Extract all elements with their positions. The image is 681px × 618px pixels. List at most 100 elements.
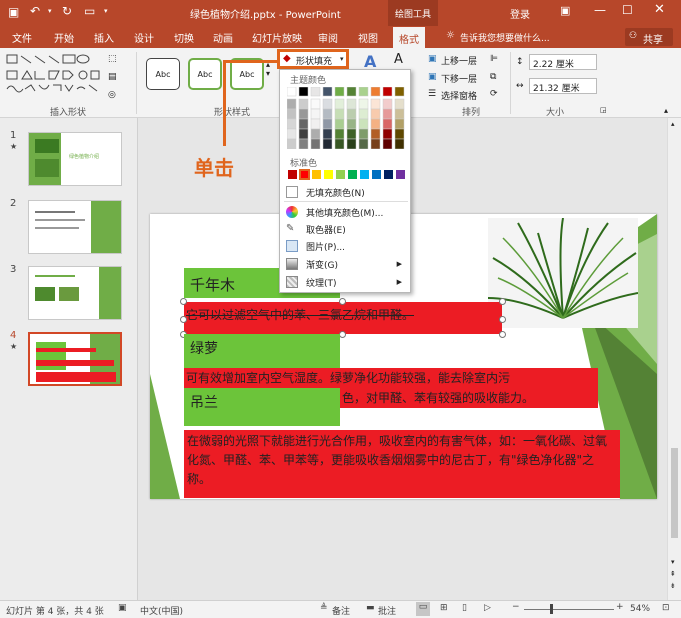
theme-color-swatch[interactable]: [358, 128, 369, 140]
shape-fill-button[interactable]: ◆ 形状填充 ▾: [277, 49, 349, 69]
redo-icon[interactable]: ↻: [62, 4, 72, 18]
theme-color-swatch[interactable]: [382, 108, 393, 120]
gradient-option[interactable]: 渐变(G) ▶: [286, 256, 406, 272]
align-icon[interactable]: ⊫: [490, 54, 498, 64]
plant-photo[interactable]: [487, 217, 639, 328]
language-indicator[interactable]: 中文(中国): [140, 604, 183, 617]
customize-quick-access-icon[interactable]: ▾: [104, 7, 108, 15]
scroll-thumb[interactable]: [671, 448, 678, 538]
standard-color-swatch[interactable]: [396, 170, 405, 179]
theme-color-swatch[interactable]: [334, 118, 345, 130]
previous-slide-icon[interactable]: ⇞: [670, 570, 676, 578]
tab-animations[interactable]: 动画: [213, 30, 233, 45]
theme-color-swatch[interactable]: [334, 86, 345, 97]
theme-color-swatch[interactable]: [346, 98, 357, 110]
resize-handle[interactable]: [499, 331, 506, 338]
collapse-ribbon-icon[interactable]: ▴: [664, 106, 668, 115]
theme-color-swatch[interactable]: [286, 138, 297, 150]
reading-view-icon[interactable]: ▯: [462, 603, 467, 613]
shape-fill-dropdown[interactable]: 主题颜色 标准色 无填充颜色(N) 其他填充颜色(M)... ✎ 取色器(E) 图…: [279, 69, 411, 293]
theme-color-swatch[interactable]: [310, 138, 321, 150]
theme-color-swatch[interactable]: [382, 128, 393, 140]
shape-style-1[interactable]: Abc: [146, 58, 180, 90]
selected-text-box-1[interactable]: 它可以过滤空气中的苯、三氯乙烷和甲醛。: [184, 302, 502, 334]
tab-file[interactable]: 文件: [12, 30, 32, 45]
theme-color-swatch[interactable]: [370, 108, 381, 120]
theme-color-swatch[interactable]: [370, 128, 381, 140]
edit-shape-icon[interactable]: ⬚: [108, 54, 117, 64]
share-button[interactable]: ⚇ 共享: [625, 28, 673, 46]
theme-color-grid[interactable]: [286, 86, 407, 150]
theme-color-swatch[interactable]: [358, 108, 369, 120]
ribbon-display-options-icon[interactable]: ▣: [560, 4, 570, 17]
tab-review[interactable]: 审阅: [318, 30, 338, 45]
theme-color-swatch[interactable]: [298, 128, 309, 140]
more-colors-option[interactable]: 其他填充颜色(M)...: [286, 204, 406, 220]
tab-home[interactable]: 开始: [54, 30, 74, 45]
resize-handle[interactable]: [339, 298, 346, 305]
theme-color-swatch[interactable]: [322, 118, 333, 130]
theme-color-swatch[interactable]: [394, 98, 405, 110]
minimize-icon[interactable]: —: [594, 3, 606, 17]
theme-color-swatch[interactable]: [394, 108, 405, 120]
scroll-up-icon[interactable]: ▴: [671, 120, 675, 128]
slide-sorter-icon[interactable]: ⊞: [440, 603, 448, 613]
start-slideshow-icon[interactable]: ▭: [84, 4, 95, 18]
theme-color-swatch[interactable]: [394, 138, 405, 150]
theme-color-swatch[interactable]: [370, 86, 381, 97]
fit-to-window-icon[interactable]: ⊡: [662, 603, 670, 613]
zoom-out-icon[interactable]: −: [512, 602, 520, 612]
theme-color-swatch[interactable]: [346, 128, 357, 140]
eyedropper-option[interactable]: ✎ 取色器(E): [286, 221, 406, 237]
no-fill-option[interactable]: 无填充颜色(N): [286, 184, 406, 200]
theme-color-swatch[interactable]: [322, 128, 333, 140]
theme-color-swatch[interactable]: [370, 98, 381, 110]
resize-handle[interactable]: [499, 316, 506, 323]
standard-color-swatch[interactable]: [312, 170, 321, 179]
theme-color-swatch[interactable]: [334, 98, 345, 110]
texture-option[interactable]: 纹理(T) ▶: [286, 274, 406, 290]
login-link[interactable]: 登录: [510, 6, 530, 21]
resize-handle[interactable]: [499, 298, 506, 305]
theme-color-swatch[interactable]: [346, 108, 357, 120]
tab-format[interactable]: 格式: [393, 27, 425, 48]
resize-handle[interactable]: [180, 316, 187, 323]
tab-view[interactable]: 视图: [358, 30, 378, 45]
theme-color-swatch[interactable]: [322, 138, 333, 150]
width-input[interactable]: 21.32 厘米: [529, 78, 597, 94]
standard-color-swatch[interactable]: [384, 170, 393, 179]
theme-color-swatch[interactable]: [358, 118, 369, 130]
group-icon[interactable]: ⧉: [490, 72, 496, 82]
text-box-icon[interactable]: ▤: [108, 72, 117, 82]
standard-color-swatch[interactable]: [299, 169, 310, 180]
merge-shapes-icon[interactable]: ◎: [108, 90, 116, 100]
theme-color-swatch[interactable]: [286, 108, 297, 120]
theme-color-swatch[interactable]: [358, 98, 369, 110]
theme-color-swatch[interactable]: [298, 118, 309, 130]
standard-color-swatch[interactable]: [288, 170, 297, 179]
theme-color-swatch[interactable]: [322, 108, 333, 120]
theme-color-swatch[interactable]: [346, 86, 357, 97]
undo-dropdown-icon[interactable]: ▾: [48, 7, 52, 15]
rotate-icon[interactable]: ⟳: [490, 89, 498, 99]
theme-color-swatch[interactable]: [334, 138, 345, 150]
tab-insert[interactable]: 插入: [94, 30, 114, 45]
theme-color-swatch[interactable]: [370, 118, 381, 130]
shape-style-2[interactable]: Abc: [188, 58, 222, 90]
theme-color-swatch[interactable]: [334, 128, 345, 140]
theme-color-swatch[interactable]: [346, 118, 357, 130]
text-box-2b[interactable]: 色，对甲醛、苯有较强的吸收能力。: [340, 388, 598, 408]
selection-pane-button[interactable]: 选择窗格: [441, 89, 477, 102]
zoom-slider-thumb[interactable]: [550, 604, 553, 614]
theme-color-swatch[interactable]: [394, 86, 405, 97]
theme-color-swatch[interactable]: [298, 86, 309, 97]
theme-color-swatch[interactable]: [382, 138, 393, 150]
size-dialog-launcher-icon[interactable]: ◲: [600, 106, 607, 114]
next-slide-icon[interactable]: ⇟: [670, 582, 676, 590]
maximize-icon[interactable]: ☐: [622, 3, 633, 17]
theme-color-swatch[interactable]: [310, 86, 321, 97]
comments-button[interactable]: 批注: [378, 604, 396, 617]
theme-color-swatch[interactable]: [298, 98, 309, 110]
theme-color-swatch[interactable]: [358, 86, 369, 97]
theme-color-swatch[interactable]: [310, 108, 321, 120]
